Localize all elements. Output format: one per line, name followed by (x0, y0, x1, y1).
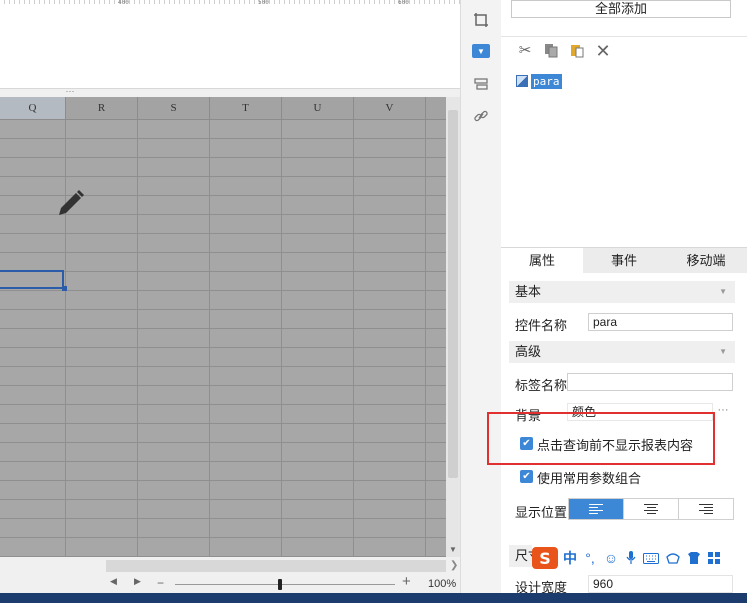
control-name-label: 控件名称 (515, 318, 568, 333)
column-header-row: Q R S T U V (0, 97, 446, 120)
display-position-label: 显示位置 (515, 505, 568, 520)
link-icon[interactable] (471, 106, 491, 126)
align-right-button[interactable] (679, 499, 733, 519)
spreadsheet-grid[interactable]: Q R S T U V (0, 97, 446, 557)
ime-logo[interactable]: S (532, 547, 558, 569)
ruler-label: 600 (398, 0, 409, 6)
column-header[interactable]: S (138, 97, 210, 119)
tab-properties[interactable]: 属性 (501, 248, 583, 274)
tree-item-label: para (531, 73, 562, 89)
align-center-icon (644, 503, 658, 515)
tab-events[interactable]: 事件 (583, 248, 665, 274)
align-center-button[interactable] (624, 499, 679, 519)
zoom-percentage: 100% (428, 578, 457, 590)
delete-icon[interactable]: ✕ (594, 42, 612, 60)
control-name-input[interactable]: para (588, 313, 733, 331)
background-more-button[interactable]: ··· (713, 403, 733, 421)
scroll-down-arrow-icon[interactable]: ▼ (446, 543, 460, 557)
design-width-input[interactable]: 960 (588, 575, 733, 593)
keyboard-icon[interactable] (642, 547, 660, 569)
tab-mobile[interactable]: 移动端 (665, 248, 747, 274)
param-combo-label: 使用常用参数组合 (537, 471, 642, 486)
ruler-label: 500 (258, 0, 269, 6)
ime-toolbar: S 中 °, ☺ (532, 545, 744, 571)
section-basic-label: 基本 (515, 284, 542, 299)
tag-name-input[interactable] (567, 373, 733, 391)
section-advanced[interactable]: 高级 ▼ (509, 341, 735, 363)
alignment-group (568, 498, 734, 520)
tree-item[interactable]: para (516, 73, 562, 89)
horizontal-ruler: 400 500 600 (0, 0, 460, 6)
design-canvas[interactable]: 400 500 600 (0, 0, 460, 89)
zoom-slider-track[interactable] (175, 584, 395, 585)
tool-column: ▼ (460, 0, 502, 593)
widget-node-icon (516, 75, 528, 87)
skin-icon[interactable] (686, 547, 702, 569)
grid-menu-icon[interactable] (706, 547, 722, 569)
property-tabs: 属性 事件 移动端 (501, 247, 747, 274)
vertical-scrollbar-thumb[interactable] (448, 110, 458, 478)
collapse-icon: ▼ (719, 287, 727, 296)
align-right-icon (699, 503, 713, 515)
scroll-right-arrow-icon[interactable]: ❯ (450, 560, 458, 571)
scroll-left-icon[interactable]: ◀ (110, 576, 117, 587)
tools-icon[interactable] (664, 547, 682, 569)
layers-icon[interactable] (471, 74, 491, 94)
zoom-slider-thumb[interactable] (278, 579, 282, 590)
tag-name-label: 标签名称 (515, 378, 568, 393)
scroll-right-icon[interactable]: ▶ (134, 576, 141, 587)
ime-punctuation[interactable]: °, (582, 547, 598, 569)
edit-toolbar (501, 36, 747, 71)
highlight-box (487, 412, 715, 465)
section-basic[interactable]: 基本 ▼ (509, 281, 735, 303)
fill-handle[interactable] (62, 286, 67, 291)
column-header[interactable]: V (354, 97, 426, 119)
ruler-label: 400 (118, 0, 129, 6)
zoom-in-button[interactable]: + (402, 573, 411, 590)
microphone-icon[interactable] (624, 547, 638, 569)
column-header-partial (426, 97, 446, 119)
align-left-button[interactable] (569, 499, 624, 519)
column-header[interactable]: U (282, 97, 354, 119)
column-header[interactable]: T (210, 97, 282, 119)
column-header[interactable]: Q (0, 97, 66, 119)
align-left-icon (589, 503, 603, 515)
zoom-out-button[interactable]: − (157, 576, 164, 590)
column-header[interactable]: R (66, 97, 138, 119)
emoji-icon[interactable]: ☺ (602, 547, 620, 569)
collapse-icon: ▼ (719, 347, 727, 356)
os-taskbar (0, 593, 747, 603)
pencil-icon (59, 190, 84, 215)
param-combo-checkbox[interactable]: ✔ (520, 470, 533, 483)
crop-icon[interactable] (471, 10, 491, 30)
splitter-handle[interactable]: ··· (60, 87, 80, 97)
paste-icon[interactable] (568, 42, 586, 60)
ime-language[interactable]: 中 (562, 547, 578, 569)
widget-icon[interactable]: ▼ (471, 41, 491, 61)
copy-icon[interactable] (542, 42, 560, 60)
selected-cell[interactable] (0, 270, 64, 289)
cut-icon[interactable]: ✂ (516, 42, 534, 60)
add-all-button[interactable]: 全部添加 (511, 0, 731, 18)
section-advanced-label: 高级 (515, 344, 542, 359)
horizontal-scrollbar[interactable] (106, 560, 446, 572)
